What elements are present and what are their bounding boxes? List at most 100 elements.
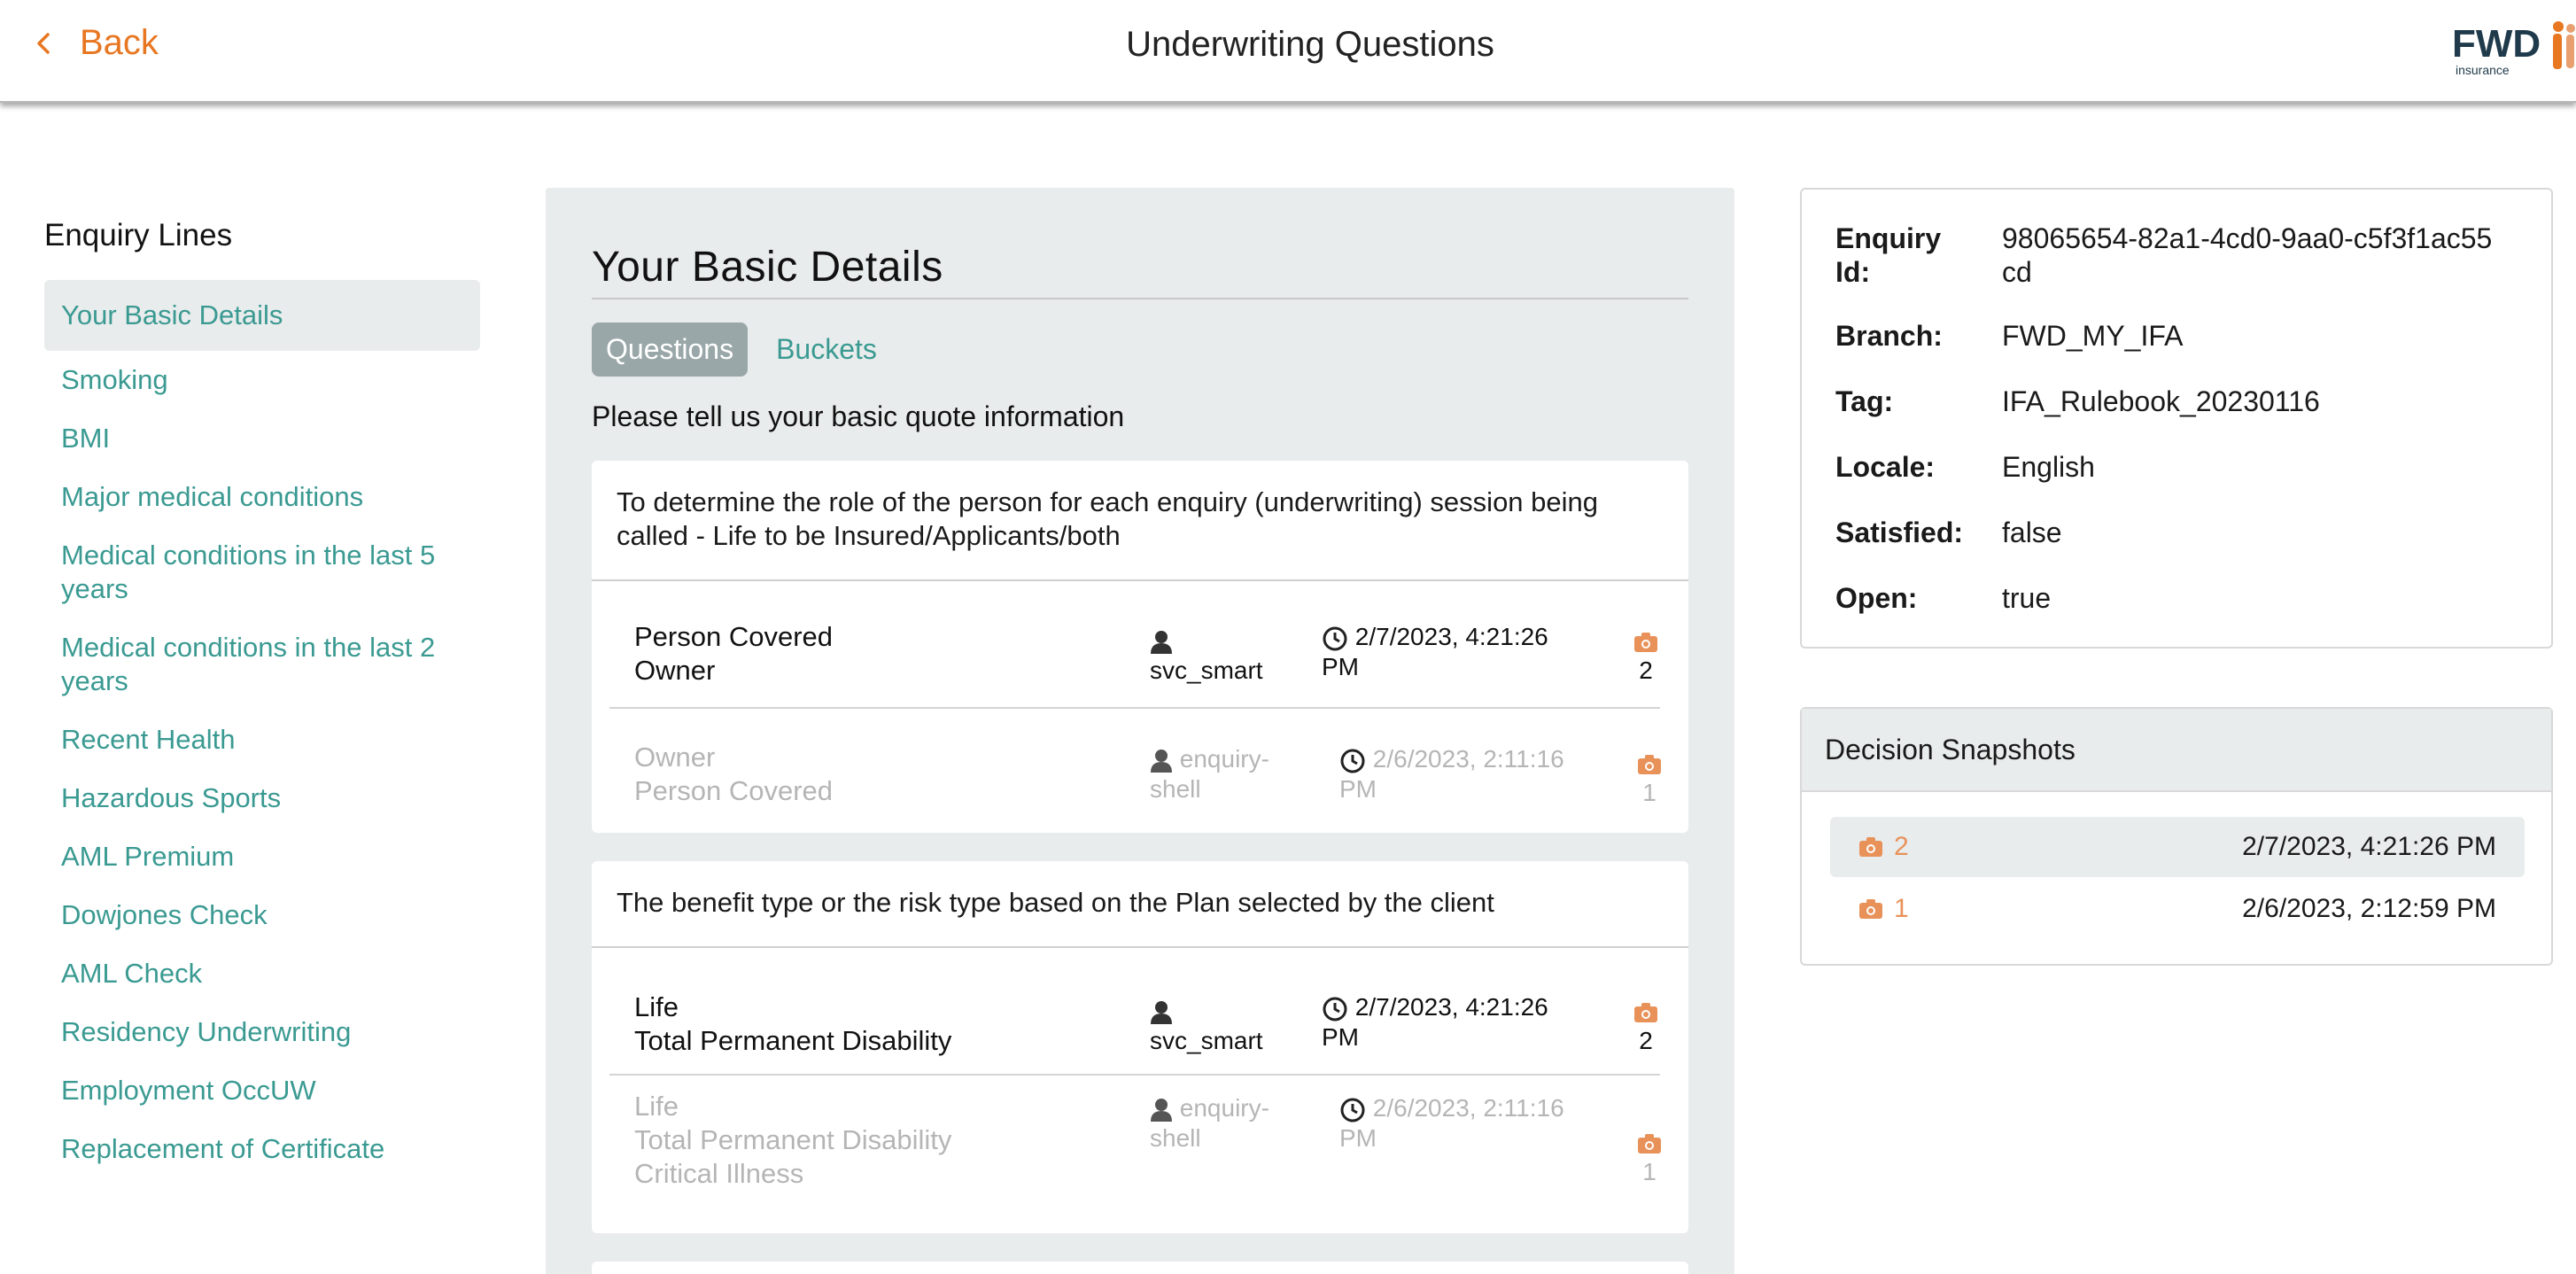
enquiry-lines-sidebar: Enquiry Lines Your Basic Details Smoking B… [44,218,480,1178]
user-icon [1151,630,1172,654]
tab-questions[interactable]: Questions [592,322,749,377]
sidebar-item[interactable]: Replacement of Certificate [44,1120,480,1178]
question-text: To determine the role of the person for … [617,486,1599,551]
snapshot-number: 1 [1642,1158,1657,1185]
answer-value: Life [634,1091,679,1122]
sidebar-item[interactable]: AML Check [44,944,480,1003]
logo-subtext: insurance [2456,63,2510,77]
answer-timestamp: 2/6/2023, 2:11:16 PM [1339,745,1564,803]
snapshot-time: 2/7/2023, 4:21:26 PM [2242,832,2496,861]
answer-user: svc_smart [1150,625,1283,686]
answer-snapshot[interactable]: 2 [1628,996,1664,1056]
question-card: To determine the role of the person for … [592,461,1688,833]
answer-user-name: svc_smart [1150,1027,1263,1054]
question-panel: Your Basic Details Questions Buckets Ple… [546,188,1734,1274]
snapshot-number: 2 [1639,1027,1653,1054]
user-icon [1151,1098,1172,1122]
answer-user: svc_smart [1150,996,1283,1056]
fwd-logo: FWD insurance [2452,21,2575,77]
answer-row-previous: Life Total Permanent Disability Critical… [609,1076,1661,1228]
sidebar-item[interactable]: Dowjones Check [44,886,480,944]
sidebar-list: Your Basic Details Smoking BMI Major medica… [44,280,480,1178]
answer-value: Total Permanent Disability [634,1025,952,1056]
top-bar: Back Underwriting Questions FWD insuranc… [0,0,2576,103]
answer-snapshot[interactable]: 1 [1632,748,1667,808]
info-value: IFA_Rulebook_20230116 [2002,385,2320,417]
page-title: Underwriting Questions [1126,25,1494,64]
heading-divider [592,298,1688,299]
answer-time: 2/7/2023, 4:21:26 PM [1322,992,1587,1053]
camera-icon [1859,837,1882,857]
sidebar-item[interactable]: Recent Health [44,711,480,769]
enquiry-info-panel: Enquiry Id: 98065654-82a1-4cd0-9aa0-c5f3… [1800,188,2553,649]
snapshot-item[interactable]: 1 2/6/2023, 2:12:59 PM [1830,879,2525,939]
answer-value: Owner [634,655,716,686]
answer-row-current: Life Total Permanent Disability svc_smar… [609,946,1660,1076]
sidebar-item[interactable]: BMI [44,409,480,468]
answer-value: Life [634,991,679,1022]
answer-values: Life Total Permanent Disability Critical… [634,1090,951,1191]
question-card [592,1262,1688,1274]
sidebar-item[interactable]: Medical conditions in the last 5 years [44,526,480,618]
logo-text: FWD [2452,22,2541,66]
camera-icon [1859,899,1882,919]
snapshot-number: 1 [1894,894,1909,923]
info-value: English [2002,451,2095,483]
sidebar-item[interactable]: Hazardous Sports [44,769,480,827]
intro-text: Please tell us your basic quote informat… [592,400,1125,432]
answer-timestamp: 2/7/2023, 4:21:26 PM [1322,993,1548,1051]
camera-icon [1634,1002,1657,1022]
snapshot-number: 2 [1639,656,1653,684]
sidebar-item[interactable]: Residency Underwriting [44,1003,480,1061]
answer-snapshot[interactable]: 1 [1632,1127,1667,1187]
info-key: Enquiry Id: [1835,222,1942,288]
info-value: false [2002,517,2062,548]
clock-icon [1323,626,1347,651]
clock-icon [1323,997,1347,1022]
sidebar-item[interactable]: Employment OccUW [44,1061,480,1120]
answer-value: Total Permanent Disability [634,1124,952,1155]
section-heading: Your Basic Details [592,244,943,291]
info-key: Open: [1835,582,1918,614]
snapshots-title: Decision Snapshots [1802,709,2551,792]
answer-row-current: Person Covered Owner svc_smart 2/7/2023,… [609,579,1660,709]
tab-bar: Questions Buckets [592,322,891,377]
answer-values: Person Covered Owner [634,620,833,687]
answer-timestamp: 2/7/2023, 4:21:26 PM [1322,623,1548,680]
sidebar-item[interactable]: Medical conditions in the last 2 years [44,618,480,711]
answer-value: Person Covered [634,621,834,652]
sidebar-item[interactable]: AML Premium [44,827,480,886]
snapshot-time: 2/6/2023, 2:12:59 PM [2242,894,2496,923]
answer-values: Owner Person Covered [634,741,833,808]
answer-row-previous: Owner Person Covered enquiry-shell 2/6/2… [609,709,1661,833]
answer-user: enquiry-shell [1150,744,1283,804]
snapshot-number: 1 [1642,779,1657,806]
sidebar-title: Enquiry Lines [44,218,233,252]
question-card: The benefit type or the risk type based … [592,861,1688,1233]
answer-value: Person Covered [634,775,834,806]
clock-icon [1340,749,1365,773]
answer-time: 2/6/2023, 2:11:16 PM [1339,1093,1596,1154]
info-key: Satisfied: [1835,517,1964,548]
sidebar-item[interactable]: Your Basic Details [44,280,480,351]
snapshot-id: 2 [1858,832,1909,862]
camera-icon [1634,632,1657,652]
answer-user: enquiry-shell [1150,1093,1283,1154]
answer-timestamp: 2/6/2023, 2:11:16 PM [1339,1094,1564,1152]
answer-values: Life Total Permanent Disability [634,990,951,1058]
answer-snapshot[interactable]: 2 [1628,625,1664,686]
answer-user-name: svc_smart [1150,656,1263,684]
sidebar-item[interactable]: Smoking [44,351,480,409]
user-icon [1151,749,1172,773]
tab-buckets[interactable]: Buckets [762,322,891,377]
snapshot-item[interactable]: 2 2/7/2023, 4:21:26 PM [1830,817,2525,877]
decision-snapshots-panel: Decision Snapshots 2 2/7/2023, 4:21:26 P… [1800,707,2553,966]
answer-time: 2/7/2023, 4:21:26 PM [1322,622,1587,682]
camera-icon [1638,1133,1661,1154]
info-value: FWD_MY_IFA [2002,320,2184,352]
answer-value: Owner [634,742,716,773]
snapshot-number: 2 [1894,832,1909,861]
info-key: Branch: [1835,320,1943,352]
sidebar-item[interactable]: Major medical conditions [44,468,480,526]
clock-icon [1340,1098,1365,1123]
